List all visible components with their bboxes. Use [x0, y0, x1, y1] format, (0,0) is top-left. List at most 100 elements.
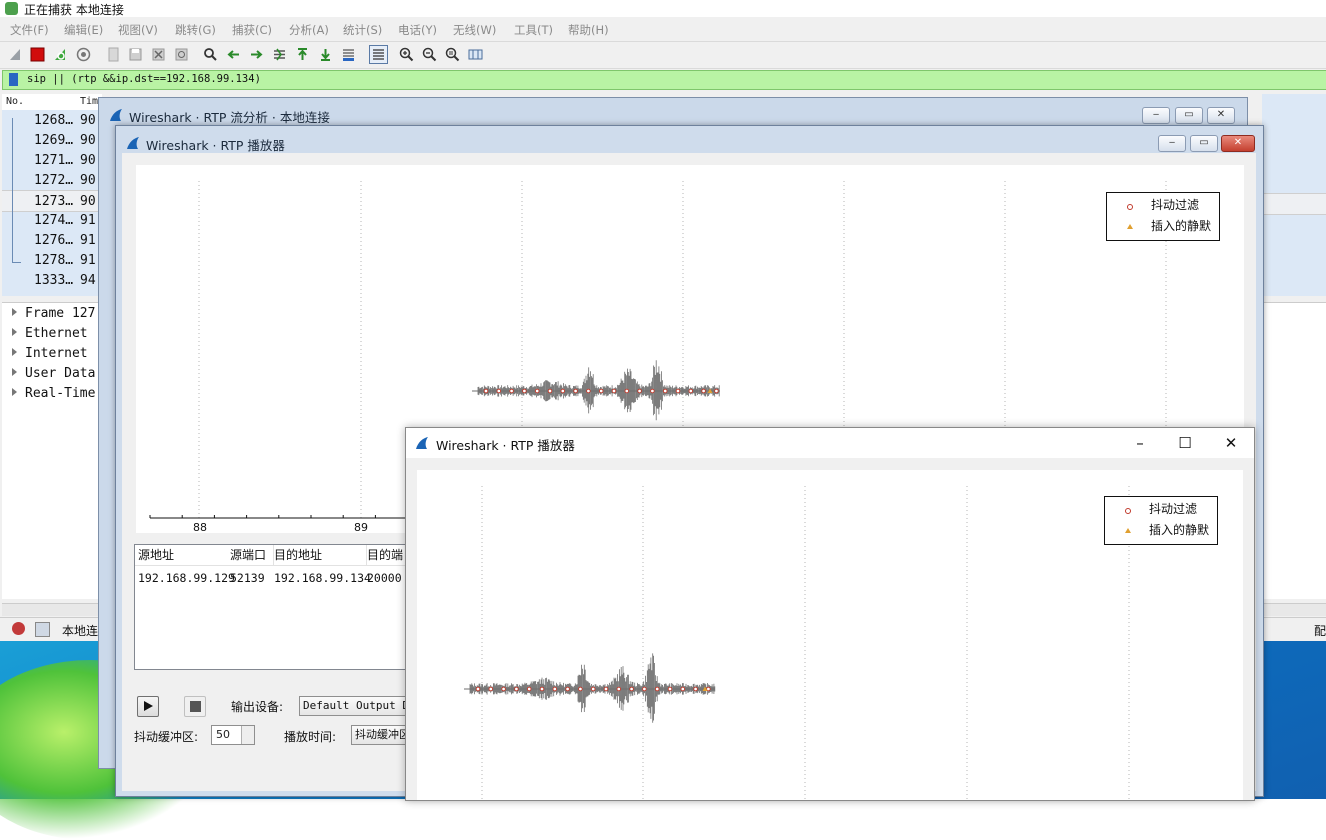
cell-dst-port[interactable]: 20000 — [367, 571, 402, 585]
expand-arrow-icon[interactable] — [12, 328, 17, 336]
cell-dst-addr[interactable]: 192.168.99.134 — [274, 571, 371, 585]
jitter-drop-marker — [590, 686, 596, 692]
menu-tools[interactable]: 工具(T) — [514, 22, 553, 38]
menu-go[interactable]: 跳转(G) — [175, 22, 216, 38]
packet-no: 1274… — [34, 213, 74, 228]
packet-time: 91 — [80, 213, 96, 228]
minimize-button[interactable]: ‒ — [1142, 107, 1170, 124]
stream-table: 源地址 源端口 目的地址 目的端 192.168.99.129 52139 19… — [134, 544, 446, 670]
cell-src-port[interactable]: 52139 — [230, 571, 265, 585]
stop-capture-icon[interactable] — [30, 47, 45, 62]
jitter-drop-marker — [611, 388, 617, 394]
jitter-buffer-spinbox[interactable]: 50 — [211, 725, 255, 745]
close-button[interactable]: ✕ — [1221, 135, 1255, 152]
jitter-buffer-label: 抖动缓冲区: — [134, 730, 199, 744]
go-forward-icon[interactable] — [249, 47, 264, 62]
expand-arrow-icon[interactable] — [12, 308, 17, 316]
go-to-packet-icon[interactable] — [272, 47, 287, 62]
colorize-list-icon[interactable] — [369, 45, 388, 64]
menu-capture[interactable]: 捕获(C) — [232, 22, 272, 38]
find-packet-icon[interactable] — [203, 47, 218, 62]
player-1-title: Wireshark · RTP 播放器 — [146, 138, 285, 153]
packet-no: 1278… — [34, 253, 74, 268]
shark-fin-start-icon[interactable] — [8, 47, 23, 62]
cell-src-addr[interactable]: 192.168.99.129 — [138, 571, 235, 585]
minimize-button[interactable]: ‒ — [1158, 135, 1186, 152]
status-interface-label: 本地连 — [62, 624, 99, 638]
zoom-in-icon[interactable] — [399, 47, 414, 62]
jitter-marker-icon — [1127, 204, 1133, 210]
jitter-drop-marker — [586, 388, 591, 394]
jitter-drop-marker — [624, 388, 630, 394]
menu-analyze[interactable]: 分析(A) — [289, 22, 329, 38]
display-filter-input[interactable]: sip || (rtp &&ip.dst==192.168.99.134) — [27, 73, 261, 85]
resize-columns-icon[interactable] — [468, 47, 483, 62]
detail-row-frame[interactable]: Frame 127 — [12, 306, 95, 321]
menu-help[interactable]: 帮助(H) — [568, 22, 609, 38]
menu-statistics[interactable]: 统计(S) — [343, 22, 382, 38]
maximize-button[interactable]: ▭ — [1175, 107, 1203, 124]
display-filter-bar[interactable]: sip || (rtp &&ip.dst==192.168.99.134) — [2, 70, 1326, 90]
output-device-select[interactable]: Default Output Dev — [299, 696, 408, 716]
packet-time: 91 — [80, 233, 96, 248]
jitter-drop-marker — [501, 686, 506, 692]
go-back-icon[interactable] — [226, 47, 241, 62]
close-file-icon[interactable] — [151, 47, 166, 62]
column-header-time[interactable]: Tim — [80, 96, 98, 107]
jitter-drop-marker — [701, 388, 706, 394]
main-window-title: 正在捕获 本地连接 — [24, 3, 124, 17]
maximize-button[interactable]: ▭ — [1190, 135, 1218, 152]
detail-row-internet[interactable]: Internet — [12, 346, 88, 361]
close-button[interactable]: ✕ — [1216, 432, 1246, 454]
capture-comment-icon[interactable] — [35, 622, 50, 637]
jitter-drop-marker — [488, 686, 494, 692]
zoom-out-icon[interactable] — [422, 47, 437, 62]
save-file-icon[interactable] — [128, 47, 143, 62]
spin-arrows-icon[interactable] — [241, 726, 254, 744]
packet-list-header: No. Tim — [2, 94, 102, 111]
detail-row-rtp[interactable]: Real-Time — [12, 386, 95, 401]
zoom-normal-icon[interactable] — [445, 47, 460, 62]
expand-arrow-icon[interactable] — [12, 368, 17, 376]
packet-time: 91 — [80, 253, 96, 268]
column-header-src-port[interactable]: 源端口 — [230, 545, 274, 566]
column-header-src-addr[interactable]: 源地址 — [135, 545, 231, 566]
close-button[interactable]: ✕ — [1207, 107, 1235, 124]
jitter-drop-marker — [539, 686, 545, 692]
status-profile-label[interactable]: 配 — [1314, 622, 1326, 639]
detail-row-user-data[interactable]: User Data — [12, 366, 95, 381]
waveform-plot-2[interactable]: 抖动过滤 插入的静默 — [417, 470, 1243, 800]
menu-telephony[interactable]: 电话(Y) — [398, 22, 437, 38]
capture-options-icon[interactable] — [76, 47, 91, 62]
menu-edit[interactable]: 编辑(E) — [64, 22, 103, 38]
maximize-button[interactable]: ☐ — [1170, 432, 1200, 454]
jitter-drop-marker — [706, 686, 711, 692]
reload-file-icon[interactable] — [174, 47, 189, 62]
stop-button[interactable] — [184, 696, 206, 717]
play-button[interactable] — [137, 696, 159, 717]
column-header-dst-addr[interactable]: 目的地址 — [274, 545, 367, 566]
auto-scroll-icon[interactable] — [341, 47, 356, 62]
legend-silence-label: 插入的静默 — [1149, 523, 1210, 537]
go-first-icon[interactable] — [295, 47, 310, 62]
menu-view[interactable]: 视图(V) — [118, 22, 158, 38]
packet-no: 1276… — [34, 233, 74, 248]
silence-marker-icon — [1127, 224, 1133, 229]
menu-wireless[interactable]: 无线(W) — [453, 22, 496, 38]
menu-file[interactable]: 文件(F) — [10, 22, 49, 38]
minimize-button[interactable]: – — [1125, 432, 1155, 454]
open-file-icon[interactable] — [106, 47, 121, 62]
detail-row-ethernet[interactable]: Ethernet — [12, 326, 88, 341]
legend-silence-label: 插入的静默 — [1151, 219, 1212, 233]
restart-capture-icon[interactable] — [53, 47, 68, 62]
recording-indicator-icon[interactable] — [12, 622, 25, 635]
packet-time: 90 — [80, 194, 96, 209]
bookmark-icon[interactable] — [9, 73, 18, 86]
go-last-icon[interactable] — [318, 47, 333, 62]
playback-time-select[interactable]: 抖动缓冲区 — [351, 725, 408, 745]
column-header-no[interactable]: No. — [6, 96, 24, 107]
expand-arrow-icon[interactable] — [12, 388, 17, 396]
packet-row[interactable]: 1333… 94 — [2, 270, 100, 290]
stop-icon — [190, 701, 201, 712]
expand-arrow-icon[interactable] — [12, 348, 17, 356]
